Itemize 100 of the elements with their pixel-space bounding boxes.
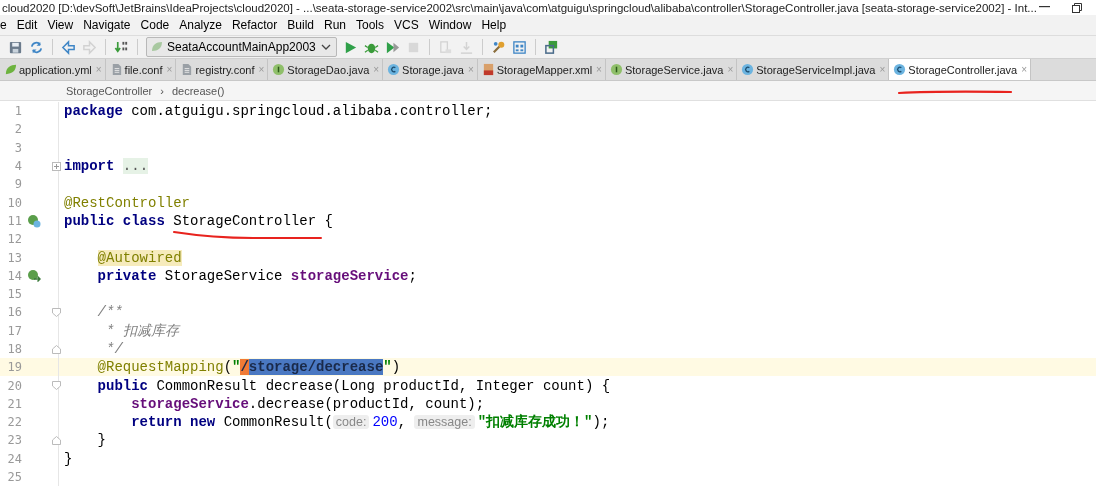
editor-tab[interactable]: Storage.java ×: [383, 59, 478, 80]
bean-link-icon[interactable]: [27, 268, 41, 283]
interface-icon: [272, 63, 286, 76]
code-token: CommonResult(: [223, 414, 333, 431]
line-number: 11: [6, 213, 22, 228]
line-number: 19: [6, 360, 22, 375]
code-token: StorageService: [164, 267, 283, 284]
leaf-icon: [151, 41, 163, 53]
line-number: 1: [13, 104, 22, 119]
code-token: import: [64, 158, 115, 175]
code-token: public: [97, 377, 149, 394]
menu-item[interactable]: e: [0, 18, 12, 32]
menu-item[interactable]: VCS: [389, 18, 424, 32]
breadcrumb-item[interactable]: StorageController: [66, 84, 153, 97]
menu-item[interactable]: Edit: [11, 18, 43, 32]
line-number: 17: [6, 323, 22, 338]
code-token: private: [97, 267, 157, 284]
editor-tab[interactable]: file.conf ×: [105, 59, 177, 80]
line-number: 14: [6, 268, 22, 283]
line-number: 15: [6, 287, 22, 302]
menu-item[interactable]: Build: [282, 18, 319, 32]
line-number: 20: [6, 378, 22, 393]
code-token: storageService: [290, 267, 409, 284]
editor-tab[interactable]: application.yml ×: [0, 59, 106, 80]
interface-icon: [609, 63, 623, 76]
line-number: 12: [6, 232, 22, 247]
collapse-fold-icon[interactable]: [52, 381, 61, 391]
menu-item[interactable]: Navigate: [78, 18, 136, 32]
code-token: {: [324, 212, 333, 229]
line-number: 3: [13, 140, 22, 155]
file-icon: [180, 63, 194, 76]
sync-icon[interactable]: [29, 39, 44, 55]
editor-tab[interactable]: StorageMapper.xml ×: [477, 59, 606, 80]
minimize-icon[interactable]: [1039, 6, 1050, 9]
line-number: 2: [13, 122, 22, 137]
code-token: StorageController: [173, 212, 317, 229]
code-token: }: [64, 450, 73, 467]
window-title: cloud2020 [D:\devSoft\JetBrains\IdeaProjects\cloud2020] - ...\seata-storage-service2002\src\main\java\com\atguigu\springcloud\alibaba\controller\StorageController.java [seata-storage-service2002] - Int...: [1, 1, 1037, 14]
code-token: }: [97, 432, 106, 449]
sdk-icon[interactable]: [543, 39, 559, 55]
line-number: 4: [13, 159, 22, 174]
leaf-icon: [4, 63, 17, 76]
class-icon: [387, 63, 401, 76]
back-arrow-icon[interactable]: [61, 39, 76, 55]
save-icon[interactable]: [8, 39, 23, 55]
collapse-fold-icon[interactable]: [52, 344, 61, 354]
bean-class-icon[interactable]: [27, 213, 41, 228]
code-token: @RequestMapping: [97, 359, 224, 376]
breadcrumb-item[interactable]: decrease(): [171, 84, 225, 97]
code-token: (: [223, 359, 233, 376]
collapse-fold-icon[interactable]: [52, 436, 61, 445]
code-token: @Autowired: [97, 249, 182, 266]
code-token: CommonResult decrease(Long productId, Integer count) {: [156, 377, 611, 394]
code-token: * 扣减库存: [106, 321, 179, 340]
line-number: 21: [6, 396, 22, 411]
restore-icon[interactable]: [1072, 2, 1082, 13]
expand-fold-icon[interactable]: [52, 161, 61, 171]
menu-item[interactable]: Window: [423, 18, 477, 32]
code-token: /**: [97, 304, 123, 321]
code-token: @RestController: [64, 194, 191, 211]
code-token: ...: [122, 158, 149, 175]
editor-tab[interactable]: registry.conf ×: [176, 59, 269, 80]
code-token: ": [232, 359, 241, 376]
code-token: public class: [64, 212, 165, 229]
structure-icon[interactable]: [511, 39, 527, 55]
parameter-hint: message:: [414, 415, 475, 430]
editor-tab[interactable]: StorageDao.java ×: [268, 59, 384, 80]
code-token: );: [592, 414, 610, 431]
menu-item[interactable]: Code: [135, 18, 175, 32]
editor-tab[interactable]: StorageService.java ×: [605, 59, 738, 80]
code-token: storageService: [131, 395, 249, 412]
menu-item[interactable]: View: [42, 18, 79, 32]
line-number: 22: [6, 415, 22, 430]
code-token: return new: [131, 414, 216, 431]
menu-item[interactable]: Run: [319, 18, 351, 32]
line-number: 9: [13, 177, 22, 192]
code-token: ": [383, 359, 392, 376]
xml-file-icon: [481, 63, 495, 76]
run-config-dropdown[interactable]: SeataAccountMainApp2003: [146, 37, 337, 57]
menu-item[interactable]: Analyze: [174, 18, 227, 32]
menu-item[interactable]: Help: [476, 18, 512, 32]
wrench-icon[interactable]: [490, 39, 506, 55]
code-token: /: [240, 359, 249, 376]
code-token: "扣减库存成功！": [477, 413, 593, 432]
code-token: package: [64, 103, 123, 120]
menu-item[interactable]: Refactor: [226, 18, 283, 32]
collapse-fold-icon[interactable]: [52, 307, 61, 317]
breadcrumb-item[interactable]: ›: [160, 84, 164, 97]
parameter-hint: code:: [332, 415, 370, 430]
code-token: .decrease(productId, count);: [248, 395, 485, 412]
build-icon[interactable]: [114, 39, 129, 55]
code-token: ,: [397, 414, 407, 431]
line-number: 25: [6, 470, 22, 485]
code-token: */: [106, 341, 123, 357]
menu-item[interactable]: Tools: [351, 18, 389, 32]
class-icon: [893, 63, 907, 76]
code-token: ): [391, 359, 401, 376]
code-token: 200: [372, 414, 398, 431]
coverage-icon[interactable]: [384, 39, 400, 55]
line-number: 18: [6, 342, 22, 356]
